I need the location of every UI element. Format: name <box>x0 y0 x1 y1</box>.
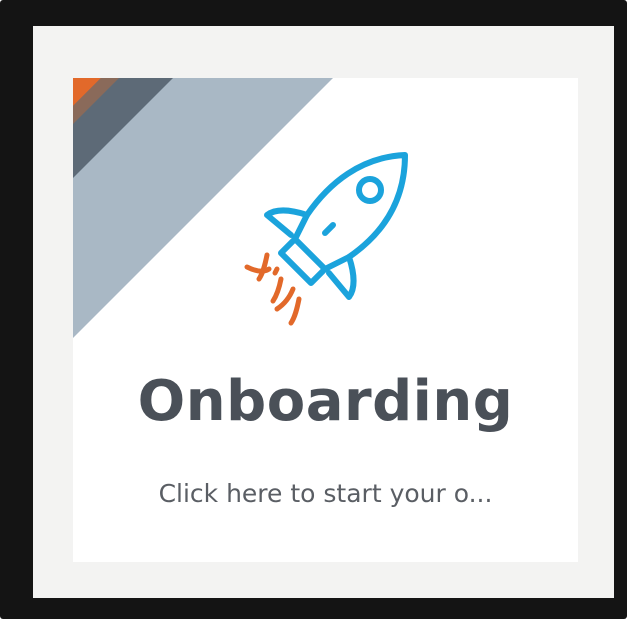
tile-description: Click here to start your o... <box>158 479 493 508</box>
onboarding-tile[interactable]: Onboarding Click here to start your o... <box>73 78 578 562</box>
rocket-icon <box>244 152 408 326</box>
tile-title: Onboarding <box>137 369 514 434</box>
picture-frame: Onboarding Click here to start your o... <box>0 0 627 619</box>
